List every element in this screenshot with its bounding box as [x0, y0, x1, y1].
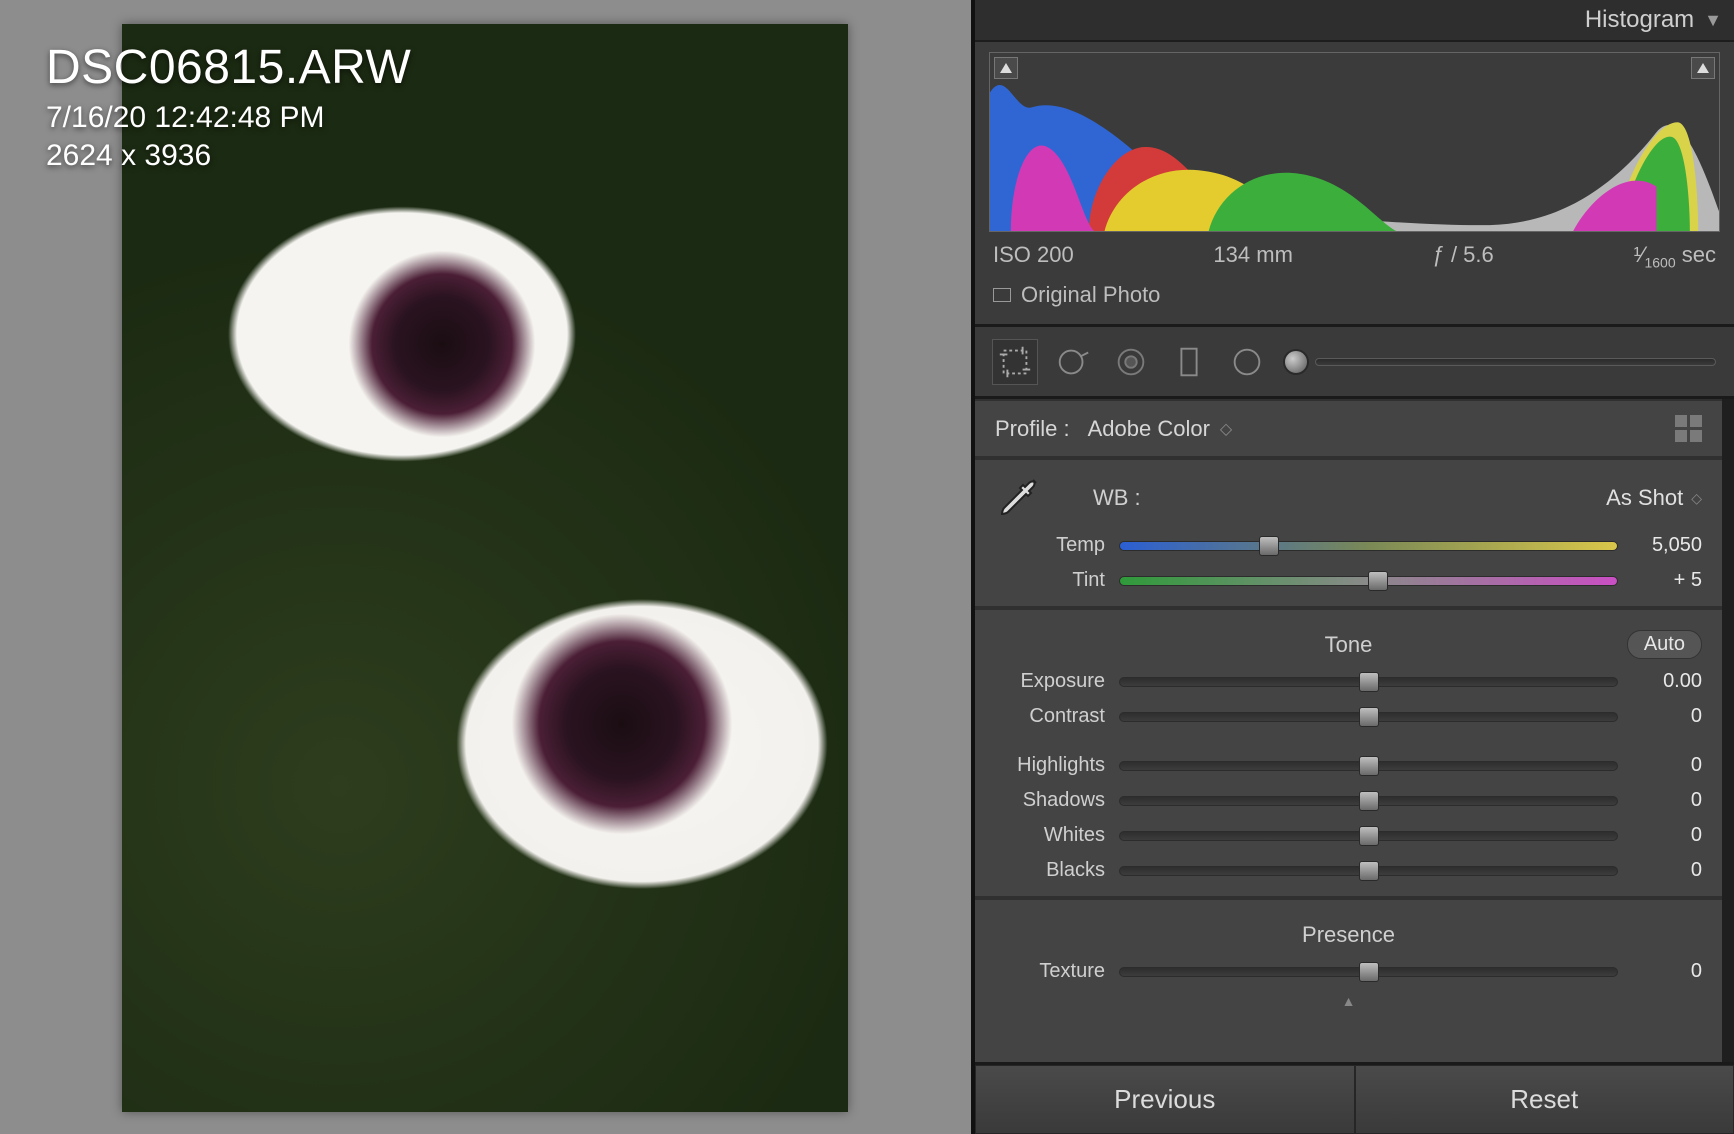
wb-label: WB :	[1093, 485, 1141, 511]
tint-slider[interactable]: Tint + 5	[995, 569, 1702, 592]
blacks-label: Blacks	[995, 859, 1105, 882]
texture-slider[interactable]: Texture 0	[995, 960, 1702, 983]
profile-browser-icon[interactable]	[1675, 415, 1702, 442]
exif-focal: 134 mm	[1213, 242, 1292, 270]
slider-track	[1315, 358, 1716, 366]
histogram-panel-header[interactable]: Histogram ▼	[975, 0, 1734, 42]
exif-iso: ISO 200	[993, 242, 1074, 270]
eyedropper-tool[interactable]	[995, 474, 1043, 522]
photo-info-overlay: DSC06815.ARW 7/16/20 12:42:48 PM 2624 x …	[46, 40, 411, 173]
wb-mode-value: As Shot	[1606, 485, 1683, 511]
texture-label: Texture	[995, 960, 1105, 983]
updown-icon: ◇	[1220, 419, 1232, 439]
reset-button[interactable]: Reset	[1355, 1065, 1734, 1134]
slider-thumb[interactable]	[1359, 756, 1379, 776]
local-adjust-toolstrip	[975, 327, 1734, 399]
tone-section: Tone Auto Exposure 0.00 Contrast 0 Highl…	[975, 608, 1722, 898]
updown-icon: ◇	[1691, 490, 1702, 507]
whites-slider[interactable]: Whites 0	[995, 824, 1702, 847]
highlights-slider[interactable]: Highlights 0	[995, 754, 1702, 777]
dimensions-label: 2624 x 3936	[46, 139, 411, 173]
histogram-curves-icon	[990, 53, 1719, 231]
whites-label: Whites	[995, 824, 1105, 847]
exposure-value[interactable]: 0.00	[1632, 670, 1702, 693]
temp-value[interactable]: 5,050	[1632, 534, 1702, 557]
presence-title: Presence	[995, 922, 1702, 948]
slider-knob-icon	[1283, 349, 1309, 375]
radial-tool[interactable]	[1225, 340, 1269, 384]
preview-pane: DSC06815.ARW 7/16/20 12:42:48 PM 2624 x …	[0, 0, 971, 1134]
slider-thumb[interactable]	[1359, 707, 1379, 727]
develop-panel: Profile : Adobe Color ◇ WB :	[975, 399, 1734, 1062]
auto-tone-button[interactable]: Auto	[1627, 630, 1702, 659]
shadows-value[interactable]: 0	[1632, 789, 1702, 812]
exif-shutter: ¹⁄1600 sec	[1633, 242, 1716, 270]
exposure-label: Exposure	[995, 670, 1105, 693]
checkbox-icon	[993, 288, 1011, 302]
contrast-label: Contrast	[995, 705, 1105, 728]
histogram[interactable]	[989, 52, 1720, 232]
blacks-value[interactable]: 0	[1632, 859, 1702, 882]
highlights-label: Highlights	[995, 754, 1105, 777]
slider-thumb[interactable]	[1359, 826, 1379, 846]
profile-value: Adobe Color	[1088, 416, 1210, 442]
exif-aperture: ƒ / 5.6	[1433, 242, 1494, 270]
wb-mode-picker[interactable]: As Shot ◇	[1606, 485, 1702, 511]
histogram-section: ISO 200 134 mm ƒ / 5.6 ¹⁄1600 sec Origin…	[975, 42, 1734, 327]
presence-section: Presence Texture 0 ▲	[975, 898, 1722, 1009]
spot-tool[interactable]	[1051, 340, 1095, 384]
highlights-value[interactable]: 0	[1632, 754, 1702, 777]
original-photo-toggle[interactable]: Original Photo	[989, 282, 1720, 310]
original-photo-label: Original Photo	[1021, 282, 1160, 308]
profile-section: Profile : Adobe Color ◇	[975, 399, 1722, 458]
exif-row: ISO 200 134 mm ƒ / 5.6 ¹⁄1600 sec	[989, 242, 1720, 270]
panel-collapse-icon: ▼	[1704, 10, 1722, 31]
shadows-label: Shadows	[995, 789, 1105, 812]
profile-picker[interactable]: Adobe Color ◇	[1088, 416, 1233, 442]
contrast-slider[interactable]: Contrast 0	[995, 705, 1702, 728]
tint-value[interactable]: + 5	[1632, 569, 1702, 592]
crop-tool[interactable]	[993, 340, 1037, 384]
slider-thumb[interactable]	[1259, 536, 1279, 556]
slider-thumb[interactable]	[1359, 962, 1379, 982]
wb-section: WB : As Shot ◇ Temp 5,050 Tint + 5	[975, 458, 1722, 608]
panel-expand-icon[interactable]: ▲	[1342, 993, 1356, 1009]
photo-preview[interactable]	[122, 24, 848, 1112]
redeye-tool[interactable]	[1109, 340, 1153, 384]
exposure-slider[interactable]: Exposure 0.00	[995, 670, 1702, 693]
bottom-bar: Previous Reset	[975, 1062, 1734, 1134]
tint-label: Tint	[995, 569, 1105, 592]
slider-thumb[interactable]	[1359, 672, 1379, 692]
graduated-tool[interactable]	[1167, 340, 1211, 384]
mask-amount-slider[interactable]	[1283, 349, 1716, 375]
profile-label: Profile :	[995, 416, 1070, 442]
scrollbar[interactable]	[1726, 409, 1732, 479]
slider-thumb[interactable]	[1359, 861, 1379, 881]
temp-slider[interactable]: Temp 5,050	[995, 534, 1702, 557]
shadows-slider[interactable]: Shadows 0	[995, 789, 1702, 812]
slider-thumb[interactable]	[1359, 791, 1379, 811]
whites-value[interactable]: 0	[1632, 824, 1702, 847]
right-panel: Histogram ▼ ISO 200 134 mm ƒ / 5.6	[971, 0, 1734, 1134]
previous-button[interactable]: Previous	[975, 1065, 1355, 1134]
blacks-slider[interactable]: Blacks 0	[995, 859, 1702, 882]
histogram-title: Histogram	[1585, 6, 1694, 34]
filename-label: DSC06815.ARW	[46, 40, 411, 95]
contrast-value[interactable]: 0	[1632, 705, 1702, 728]
tone-title: Tone Auto	[995, 632, 1702, 658]
slider-thumb[interactable]	[1368, 571, 1388, 591]
timestamp-label: 7/16/20 12:42:48 PM	[46, 101, 411, 135]
texture-value[interactable]: 0	[1632, 960, 1702, 983]
temp-label: Temp	[995, 534, 1105, 557]
